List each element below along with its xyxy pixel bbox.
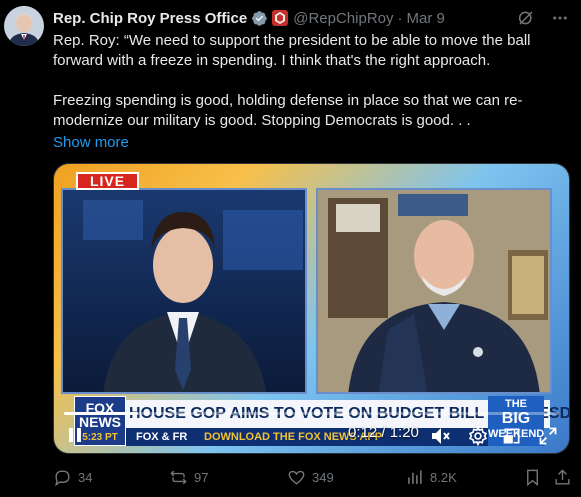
reply-icon: [55, 469, 70, 486]
pip-icon: [503, 428, 520, 444]
author-name[interactable]: Rep. Chip Roy Press Office: [53, 10, 247, 27]
settings-button[interactable]: [468, 426, 488, 446]
post-text: Rep. Roy: “We need to support the presid…: [53, 31, 563, 153]
video-time: 0:12 / 1:20: [348, 424, 419, 441]
fullscreen-button[interactable]: [538, 426, 558, 446]
grok-icon[interactable]: [517, 9, 535, 27]
video-player[interactable]: LIVE HOUSE GOP AIMS TO VOTE ON BUDGET BI…: [53, 163, 570, 454]
affiliate-icon[interactable]: [272, 10, 289, 26]
repost-button[interactable]: 97: [169, 468, 208, 487]
views-button[interactable]: 8.2K: [405, 468, 457, 487]
ticker-brand: FOX & FR: [136, 431, 188, 443]
view-count: 8.2K: [430, 469, 457, 485]
fullscreen-icon: [539, 427, 557, 445]
network-name: FOX NEWS: [79, 400, 121, 430]
share-icon: [555, 468, 570, 485]
author-handle[interactable]: @RepChipRoy: [293, 10, 393, 27]
live-badge: LIVE: [76, 172, 139, 190]
reply-button[interactable]: 34: [53, 468, 92, 487]
repost-icon: [170, 470, 187, 484]
post-paragraph: Rep. Roy: “We need to support the presid…: [53, 32, 531, 69]
show-more-link[interactable]: Show more: [53, 133, 129, 153]
settings-icon: [468, 426, 488, 446]
repost-count: 97: [194, 469, 209, 485]
share-button[interactable]: [553, 468, 572, 487]
post-header: Rep. Chip Roy Press Office @RepChipRoy ·…: [53, 8, 569, 28]
bookmark-button[interactable]: [523, 468, 542, 487]
pip-button[interactable]: [502, 426, 522, 446]
avatar[interactable]: [4, 6, 44, 46]
video-progress-fill: [64, 412, 139, 415]
post-paragraph: Freezing spending is good, holding defen…: [53, 92, 523, 129]
verified-icon[interactable]: [251, 10, 268, 27]
reply-count: 34: [78, 469, 93, 485]
play-pause-button[interactable]: [66, 426, 84, 444]
post-actions: 34 97 349 8.2K: [53, 466, 570, 488]
like-button[interactable]: 349: [287, 468, 334, 487]
video-progress-bar[interactable]: [64, 412, 559, 415]
video-panel-guest: [316, 188, 552, 394]
volume-button[interactable]: [430, 426, 452, 446]
like-count: 349: [312, 469, 334, 485]
play-pause-icon: [69, 428, 81, 442]
more-icon[interactable]: [551, 9, 569, 27]
volume-icon: [432, 428, 450, 444]
post-date[interactable]: Mar 9: [407, 10, 445, 27]
show-logo-top: THE: [505, 398, 527, 410]
video-panel-anchor: [61, 188, 307, 394]
separator: ·: [397, 9, 403, 27]
like-icon: [288, 470, 305, 485]
views-icon: [408, 469, 422, 484]
bookmark-icon: [527, 469, 538, 486]
